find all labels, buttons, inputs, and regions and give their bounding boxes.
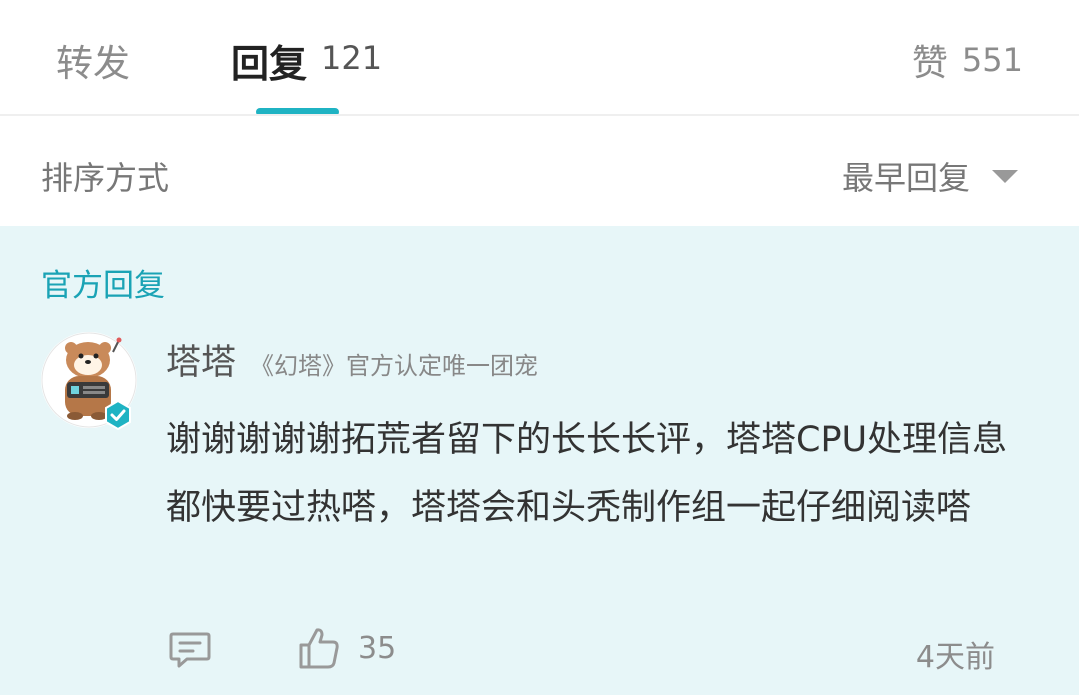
author-name[interactable]: 塔塔 [166,334,236,385]
comment-time: 4天前 [915,640,995,675]
tab-reply[interactable]: 回复 121 [231,34,382,86]
chevron-down-icon [992,169,1018,183]
sort-label: 排序方式 [41,159,170,197]
thumbs-up-icon [299,628,339,669]
verified-icon [105,400,131,430]
tab-like-label: 赞 [911,43,948,84]
tab-bar: 转发 回复 121 赞 551 [0,0,1079,116]
comment-actions: 35 4天前 [0,626,1079,676]
sort-dropdown[interactable]: 最早回复 [842,153,1018,199]
like-count: 35 [358,630,397,666]
avatar[interactable] [41,332,137,430]
tab-like-count: 551 [961,41,1023,79]
tab-repost[interactable]: 转发 [56,34,130,86]
comment-icon[interactable] [168,630,212,670]
sort-value: 最早回复 [841,159,970,197]
official-reply-heading: 官方回复 [41,268,165,304]
tab-reply-count: 121 [321,39,383,77]
author-title: 《幻塔》官方认定唯一团宠 [250,352,539,380]
tab-like[interactable]: 赞 551 [912,34,1023,86]
official-reply-section: 官方回复 塔塔 《幻塔》官方认定唯一团宠 谢谢谢谢谢拓荒者留下的长长长评，塔塔C… [0,226,1079,695]
tab-repost-label: 转发 [56,42,130,85]
author-line: 塔塔 《幻塔》官方认定唯一团宠 [166,334,538,385]
comment-text: 谢谢谢谢谢拓荒者留下的长长长评，塔塔CPU处理信息都快要过热嗒，塔塔会和头秃制作… [166,420,1008,528]
sort-bar: 排序方式 最早回复 [0,116,1079,226]
tab-reply-label: 回复 [231,41,308,86]
like-button[interactable]: 35 [298,626,396,670]
